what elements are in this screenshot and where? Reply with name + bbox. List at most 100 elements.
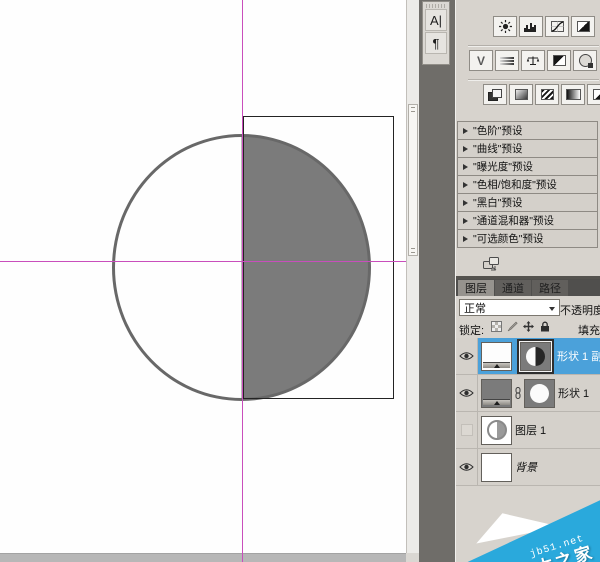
tab-paths[interactable]: 路径 bbox=[532, 280, 568, 296]
layer-thumbnail[interactable] bbox=[481, 415, 512, 445]
layer-fill-thumbnail[interactable] bbox=[481, 378, 512, 408]
half-circle-mask bbox=[526, 346, 545, 366]
selective-color-glyph bbox=[592, 89, 600, 100]
vibrance-icon[interactable]: V bbox=[469, 50, 493, 71]
lock-icons bbox=[491, 321, 551, 332]
layer-row-background[interactable]: 背景 bbox=[456, 449, 600, 486]
photo-filter-glyph bbox=[578, 54, 593, 68]
paragraph-panel-icon[interactable]: ¶ bbox=[425, 32, 447, 54]
layer-main[interactable]: 背景 bbox=[478, 449, 600, 485]
panel-drag-grip[interactable] bbox=[426, 4, 446, 8]
photo-filter-icon[interactable] bbox=[573, 50, 597, 71]
preset-hue-saturation[interactable]: "色相/饱和度"预设 bbox=[457, 175, 598, 194]
panel-dock-strip: A| ¶ bbox=[419, 0, 455, 562]
fill-slider bbox=[483, 361, 510, 368]
chevron-down-icon bbox=[549, 307, 555, 311]
horizontal-guide[interactable] bbox=[0, 261, 406, 262]
fill-slider bbox=[483, 398, 510, 405]
layer-thumbnail[interactable] bbox=[481, 452, 512, 482]
layer-row-shape1-copy[interactable]: 形状 1 副本 bbox=[456, 338, 600, 375]
expanded-view-glyph bbox=[483, 257, 499, 271]
collapse-triangle-icon[interactable] bbox=[463, 145, 468, 152]
threshold-icon[interactable] bbox=[535, 84, 559, 105]
lock-transparency-icon[interactable] bbox=[491, 321, 502, 332]
document-canvas[interactable] bbox=[0, 0, 406, 553]
link-icon bbox=[515, 387, 521, 399]
watermark-site: jb51.net bbox=[528, 534, 586, 562]
layer-main[interactable]: 图层 1 bbox=[478, 412, 600, 448]
preset-black-white[interactable]: "黑白"预设 bbox=[457, 193, 598, 212]
vertical-guide[interactable] bbox=[242, 0, 243, 562]
visibility-toggle[interactable] bbox=[456, 412, 478, 448]
layer-main[interactable]: 形状 1 bbox=[478, 375, 600, 411]
lock-position-icon[interactable] bbox=[523, 321, 534, 332]
collapse-triangle-icon[interactable] bbox=[463, 235, 468, 242]
layer-row-layer1[interactable]: 图层 1 bbox=[456, 412, 600, 449]
preset-levels[interactable]: "色阶"预设 bbox=[457, 121, 598, 140]
tab-channels[interactable]: 通道 bbox=[495, 280, 531, 296]
collapse-triangle-icon[interactable] bbox=[463, 163, 468, 170]
threshold-glyph bbox=[540, 89, 554, 100]
posterize-icon[interactable] bbox=[509, 84, 533, 105]
eye-icon bbox=[459, 352, 474, 360]
brightness-contrast-icon[interactable] bbox=[493, 16, 517, 37]
visibility-toggle[interactable] bbox=[456, 449, 478, 485]
layer-row-shape1[interactable]: 形状 1 bbox=[456, 375, 600, 412]
lock-label: 锁定: bbox=[459, 325, 485, 337]
watermark-wedge bbox=[476, 513, 561, 544]
collapsed-panel-group: A| ¶ bbox=[422, 1, 450, 65]
invert-icon[interactable] bbox=[483, 84, 507, 105]
fill-label: 填充: bbox=[578, 325, 600, 337]
posterize-glyph bbox=[514, 89, 528, 100]
adjustments-icon-row-3 bbox=[483, 84, 600, 105]
blend-mode-select[interactable]: 正常 bbox=[459, 299, 560, 316]
vector-mask-thumbnail[interactable] bbox=[524, 378, 555, 408]
shape-bounding-box bbox=[243, 116, 394, 399]
preset-label: "曲线"预设 bbox=[473, 143, 523, 155]
preset-label: "曝光度"预设 bbox=[473, 161, 533, 173]
character-panel-icon[interactable]: A| bbox=[425, 9, 447, 31]
hue-saturation-icon[interactable] bbox=[495, 50, 519, 71]
separator bbox=[468, 45, 599, 46]
vertical-scrollbar-thumb[interactable] bbox=[408, 104, 418, 256]
watermark-banner bbox=[467, 499, 600, 562]
visibility-toggle[interactable] bbox=[456, 375, 478, 411]
collapse-triangle-icon[interactable] bbox=[463, 181, 468, 188]
preset-curves[interactable]: "曲线"预设 bbox=[457, 139, 598, 158]
expanded-view-icon[interactable] bbox=[483, 257, 500, 276]
tab-layers[interactable]: 图层 bbox=[458, 280, 494, 296]
layer-main[interactable]: 形状 1 副本 bbox=[478, 338, 600, 374]
preset-label: "通道混和器"预设 bbox=[473, 215, 554, 227]
preset-selective-color[interactable]: "可选颜色"预设 bbox=[457, 229, 598, 248]
sun-glyph bbox=[498, 20, 512, 33]
layer-fill-thumbnail[interactable] bbox=[481, 341, 512, 371]
visibility-toggle[interactable] bbox=[456, 338, 478, 374]
selective-color-icon[interactable] bbox=[587, 84, 600, 105]
preset-channel-mixer[interactable]: "通道混和器"预设 bbox=[457, 211, 598, 230]
lock-all-icon[interactable] bbox=[539, 321, 551, 332]
collapse-triangle-icon[interactable] bbox=[463, 199, 468, 206]
gradient-map-icon[interactable] bbox=[561, 84, 585, 105]
horizontal-scrollbar[interactable] bbox=[0, 553, 406, 562]
levels-icon[interactable] bbox=[519, 16, 543, 37]
preset-exposure[interactable]: "曝光度"预设 bbox=[457, 157, 598, 176]
collapse-triangle-icon[interactable] bbox=[463, 127, 468, 134]
vector-mask-thumbnail[interactable] bbox=[520, 341, 551, 371]
curve-glyph bbox=[550, 21, 564, 32]
watermark-name: 脚本之家 bbox=[471, 542, 599, 562]
eye-icon bbox=[459, 389, 474, 397]
black-white-icon[interactable] bbox=[547, 50, 571, 71]
vertical-scrollbar[interactable] bbox=[406, 0, 419, 553]
curves-icon[interactable] bbox=[545, 16, 569, 37]
histogram-glyph bbox=[524, 22, 536, 32]
collapse-triangle-icon[interactable] bbox=[463, 217, 468, 224]
color-balance-icon[interactable] bbox=[521, 50, 545, 71]
exposure-icon[interactable] bbox=[571, 16, 595, 37]
watermark-text: jb51.net 脚本之家 bbox=[468, 532, 599, 562]
scales-glyph bbox=[526, 56, 540, 65]
lock-row: 锁定: 填充: bbox=[456, 318, 600, 338]
adjustments-icon-row-2: V bbox=[469, 50, 597, 71]
preset-label: "色阶"预设 bbox=[473, 125, 523, 137]
preset-label: "色相/饱和度"预设 bbox=[473, 179, 557, 191]
lock-image-icon[interactable] bbox=[507, 321, 518, 332]
